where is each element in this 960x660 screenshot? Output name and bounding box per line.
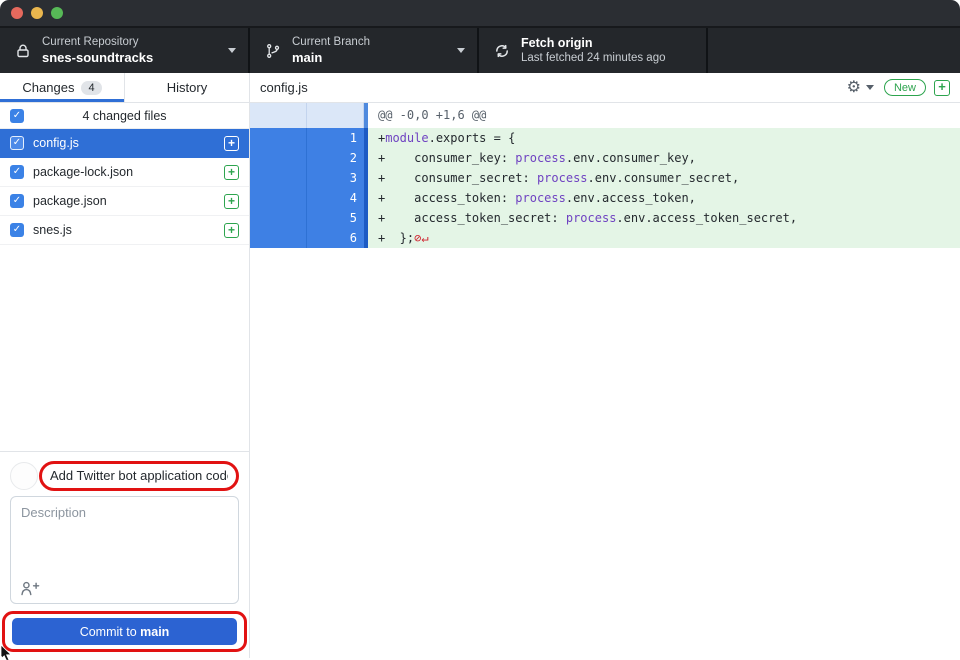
file-name: package-lock.json [33,165,224,179]
diff-added-line[interactable]: 2+ consumer_key: process.env.consumer_ke… [250,148,960,168]
diff-added-line[interactable]: 4+ access_token: process.env.access_toke… [250,188,960,208]
titlebar [0,0,960,28]
gutter-old-line-number[interactable] [250,228,307,248]
chevron-down-icon [228,48,236,53]
gutter-old-line-number[interactable] [250,128,307,148]
diff-header: config.js ⚙ New + [250,73,960,103]
select-all-checkbox[interactable]: ✓ [10,109,24,123]
file-list-empty-space [0,245,249,451]
commit-form: Commit to main [0,451,249,658]
chevron-down-icon [457,48,465,53]
changes-count-badge: 4 [81,81,101,95]
code-line-text: + consumer_key: process.env.consumer_key… [368,148,960,168]
hunk-header-row: @@ -0,0 +1,6 @@ [250,103,960,128]
file-name: config.js [33,136,224,150]
file-row[interactable]: ✓ package-lock.json+ [0,158,249,187]
code-line-text: + consumer_secret: process.env.consumer_… [368,168,960,188]
gutter-old-line-number[interactable] [250,188,307,208]
gutter-new-line-number[interactable]: 3 [307,168,364,188]
gutter-new-line-number[interactable]: 4 [307,188,364,208]
file-include-checkbox[interactable]: ✓ [10,136,24,150]
lock-icon [15,43,31,59]
tab-history[interactable]: History [124,73,249,102]
branch-name: main [292,50,370,66]
tab-history-label: History [167,80,207,95]
close-window-button[interactable] [11,7,23,19]
diff-file-name: config.js [260,80,847,95]
file-row[interactable]: ✓ snes.js+ [0,216,249,245]
code-line-text: +module.exports = { [368,128,960,148]
changes-sidebar: Changes 4 History ✓ 4 changed files ✓ con… [0,73,250,658]
commit-summary-input[interactable] [50,468,228,483]
gutter-old-line-number[interactable] [250,168,307,188]
diff-added-line[interactable]: 6+ };⊘↵ [250,228,960,248]
code-line-text: + };⊘↵ [368,228,960,248]
fetch-detail: Last fetched 24 minutes ago [521,51,666,65]
toolbar-empty-space [708,28,960,73]
commit-branch-name: main [140,625,169,639]
diff-lines: 1+module.exports = {2+ consumer_key: pro… [250,128,960,248]
new-file-badge: New [884,79,926,96]
tab-changes[interactable]: Changes 4 [0,73,124,102]
gutter-new-line-number[interactable]: 2 [307,148,364,168]
file-row[interactable]: ✓ package.json+ [0,187,249,216]
fetch-origin-button[interactable]: Fetch origin Last fetched 24 minutes ago [479,28,708,73]
tab-changes-label: Changes [22,80,74,95]
fetch-title: Fetch origin [521,36,666,52]
changed-file-list: ✓config.js+✓package-lock.json+✓package.j… [0,129,249,245]
code-line-text: + access_token: process.env.access_token… [368,188,960,208]
commit-description-box [10,496,239,604]
diff-panel: config.js ⚙ New + @@ -0,0 +1,6 @@ 1+modu… [250,73,960,658]
added-status-icon: + [224,136,239,151]
add-coauthor-icon[interactable] [20,580,40,596]
zoom-window-button[interactable] [51,7,63,19]
chevron-down-icon[interactable] [866,85,874,90]
file-name: snes.js [33,223,224,237]
annotation-ring-commit: Commit to main [2,611,247,652]
gutter-new-line-number[interactable]: 5 [307,208,364,228]
added-status-icon: + [224,194,239,209]
file-row[interactable]: ✓ config.js+ [0,129,249,158]
changed-files-header: ✓ 4 changed files [0,103,249,129]
commit-summary-row [10,461,239,491]
plus-square-icon[interactable]: + [934,80,950,96]
commit-description-input[interactable] [21,505,228,571]
file-name: package.json [33,194,224,208]
current-branch-dropdown[interactable]: Current Branch main [250,28,479,73]
file-include-checkbox[interactable]: ✓ [10,194,24,208]
gear-icon[interactable]: ⚙ [847,80,861,96]
sync-icon [494,43,510,59]
avatar [10,462,38,490]
content: Changes 4 History ✓ 4 changed files ✓ con… [0,73,960,658]
file-include-checkbox[interactable]: ✓ [10,165,24,179]
git-branch-icon [265,43,281,59]
commit-to-main-button[interactable]: Commit to main [12,618,237,645]
changed-files-count: 4 changed files [24,109,225,123]
file-include-checkbox[interactable]: ✓ [10,223,24,237]
gutter-new-line-number[interactable]: 1 [307,128,364,148]
hunk-header-text: @@ -0,0 +1,6 @@ [368,103,960,128]
branch-label: Current Branch [292,35,370,49]
diff-body: @@ -0,0 +1,6 @@ 1+module.exports = {2+ c… [250,103,960,658]
minimize-window-button[interactable] [31,7,43,19]
diff-added-line[interactable]: 3+ consumer_secret: process.env.consumer… [250,168,960,188]
diff-added-line[interactable]: 5+ access_token_secret: process.env.acce… [250,208,960,228]
gutter-new-line-number[interactable]: 6 [307,228,364,248]
hunk-gutter-new [307,103,364,128]
gutter-old-line-number[interactable] [250,148,307,168]
annotation-ring-summary [39,461,239,491]
toolbar: Current Repository snes-soundtracks Curr… [0,28,960,73]
mouse-cursor [0,645,14,660]
added-status-icon: + [224,165,239,180]
code-line-text: + access_token_secret: process.env.acces… [368,208,960,228]
current-repository-dropdown[interactable]: Current Repository snes-soundtracks [0,28,250,73]
hunk-gutter-old [250,103,307,128]
repository-label: Current Repository [42,35,153,49]
sidebar-tabbar: Changes 4 History [0,73,249,103]
diff-added-line[interactable]: 1+module.exports = { [250,128,960,148]
gutter-old-line-number[interactable] [250,208,307,228]
github-desktop-window: Current Repository snes-soundtracks Curr… [0,0,960,660]
added-status-icon: + [224,223,239,238]
repository-name: snes-soundtracks [42,50,153,66]
